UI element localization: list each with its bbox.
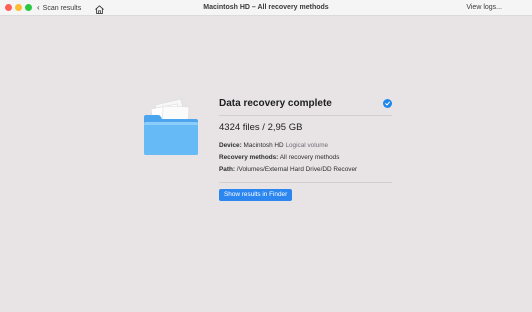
view-logs-button[interactable]: View logs... <box>466 2 502 14</box>
device-row: Device: Macintosh HD Logical volume <box>219 140 392 152</box>
page-title: Data recovery complete <box>219 97 332 109</box>
back-button-label: Scan results <box>42 4 82 12</box>
device-label: Device: <box>219 142 242 149</box>
recovery-details: Device: Macintosh HD Logical volume Reco… <box>219 140 392 176</box>
show-results-in-finder-button[interactable]: Show results in Finder <box>219 189 293 201</box>
home-icon[interactable] <box>94 2 105 14</box>
divider <box>219 115 392 116</box>
maximize-window-button[interactable] <box>25 4 32 11</box>
recovery-methods-row: Recovery methods: All recovery methods <box>219 152 392 164</box>
close-window-button[interactable] <box>5 4 12 11</box>
path-row: Path: /Volumes/External Hard Drive/DD Re… <box>219 164 392 176</box>
device-value: Macintosh HD <box>243 142 284 149</box>
recovery-methods-value: All recovery methods <box>279 154 340 161</box>
chevron-left-icon: ‹ <box>37 3 40 12</box>
checkmark-circle-icon <box>383 98 392 108</box>
app-window: ‹ Scan results Macintosh HD – All recove… <box>0 0 532 312</box>
device-note: Logical volume <box>285 142 329 149</box>
recovery-methods-label: Recovery methods: <box>219 154 279 161</box>
path-value: /Volumes/External Hard Drive/DD Recover <box>236 166 358 173</box>
recovery-summary-panel: Data recovery complete 4324 files / 2,95… <box>219 96 392 201</box>
minimize-window-button[interactable] <box>15 4 22 11</box>
path-label: Path: <box>219 166 235 173</box>
back-to-scan-results-button[interactable]: ‹ Scan results <box>37 2 81 14</box>
divider <box>219 182 392 183</box>
recovered-files-summary: 4324 files / 2,95 GB <box>219 122 303 133</box>
titlebar: ‹ Scan results Macintosh HD – All recove… <box>0 0 532 16</box>
folder-with-documents-icon <box>143 95 199 157</box>
